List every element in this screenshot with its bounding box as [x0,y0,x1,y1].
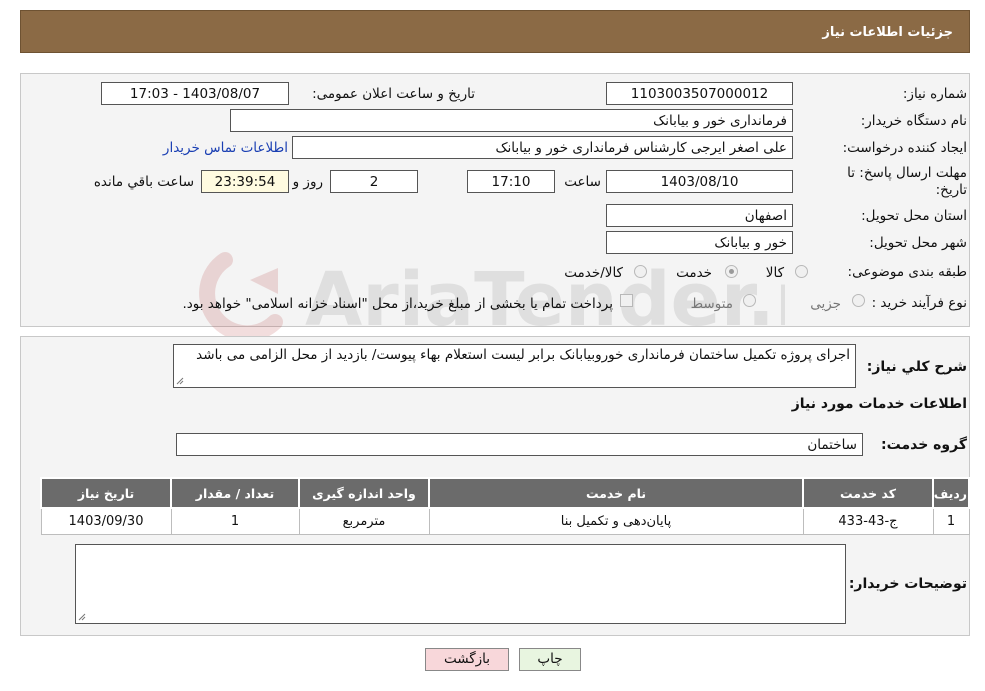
cell-row-number: 1 [932,507,970,535]
page-title: جزئیات اطلاعات نیاز [822,25,953,40]
cell-unit: مترمربع [298,507,430,535]
col-service-name: نام خدمت [428,477,804,509]
buyer-notes-label: توضیحات خریدار: [848,576,967,592]
treasury-payment-checkbox[interactable] [620,294,633,307]
category-goods-radio[interactable] [795,265,808,278]
service-group-label: گروه خدمت: [881,437,967,453]
col-service-code: کد خدمت [802,477,934,509]
services-table: رديف کد خدمت نام خدمت واحد اندازه گيری ت… [40,477,970,535]
deadline-time-label: ساعت [564,174,601,190]
watermark: AriaTender.neT [195,240,929,350]
treasury-payment-note: پرداخت تمام یا بخشی از مبلغ خرید،از محل … [182,296,613,312]
watermark-logo-icon: AriaTender.neT [199,252,929,343]
description-textarea[interactable]: اجرای پروژه تکمیل ساختمان فرمانداری خورو… [173,344,856,388]
creator-field: علی اصغر ایرجی کارشناس فرمانداری خور و ب… [292,136,793,159]
deadline-date-field: 1403/08/10 [606,170,793,193]
category-label: طبقه بندی موضوعی: [847,264,967,280]
deadline-label-date: تاریخ: [935,182,967,198]
description-text: اجرای پروژه تکمیل ساختمان فرمانداری خورو… [196,347,850,363]
buyer-org-label: نام دستگاه خریدار: [860,113,967,129]
category-service-label: خدمت [676,265,712,281]
buyer-org-field: فرمانداری خور و بیابانک [230,109,793,132]
need-number-label: شماره نیاز: [902,86,967,102]
col-quantity: تعداد / مقدار [170,477,300,509]
back-button[interactable]: بازگشت [425,648,509,671]
remaining-time-label: ساعت باقي مانده [93,174,194,190]
col-unit: واحد اندازه گيری [298,477,430,509]
creator-label: ایجاد کننده درخواست: [842,140,967,156]
col-need-date: تاريخ نياز [40,477,172,509]
process-medium-radio[interactable] [743,294,756,307]
category-goods-label: کالا [765,265,784,281]
province-label: استان محل تحویل: [861,208,967,224]
announce-date-label: تاریخ و ساعت اعلان عمومی: [312,86,475,102]
services-section-title: اطلاعات خدمات مورد نياز [791,396,967,412]
province-field: اصفهان [606,204,793,227]
announce-date-field: 1403/08/07 - 17:03 [101,82,289,105]
cell-need-date: 1403/09/30 [40,507,172,535]
city-field: خور و بیابانک [606,231,793,254]
process-medium-label: متوسط [690,296,733,312]
resize-grip-icon[interactable] [176,377,184,385]
cell-service-code: ج-43-433 [802,507,934,535]
category-goods-service-radio[interactable] [634,265,647,278]
buyer-notes-textarea[interactable] [75,544,846,624]
page-header: جزئیات اطلاعات نیاز [20,10,970,53]
category-goods-service-label: کالا/خدمت [564,265,623,281]
remaining-time-field: 23:39:54 [201,170,289,193]
process-small-label: جزیی [810,296,841,312]
category-service-radio[interactable] [725,265,738,278]
remaining-days-field: 2 [330,170,418,193]
deadline-time-field: 17:10 [467,170,555,193]
print-button[interactable]: چاپ [519,648,581,671]
deadline-label: مهلت ارسال پاسخ: تا [847,165,967,181]
description-label: شرح کلي نياز: [866,359,967,375]
days-label: روز و [292,174,323,190]
table-header-row: رديف کد خدمت نام خدمت واحد اندازه گيری ت… [40,477,970,509]
need-number-field: 1103003507000012 [606,82,793,105]
cell-service-name: پایان‌دهی و تکمیل بنا [428,507,804,535]
city-label: شهر محل تحویل: [869,235,967,251]
process-small-radio[interactable] [852,294,865,307]
table-row: 1 ج-43-433 پایان‌دهی و تکمیل بنا مترمربع… [40,507,970,535]
resize-grip-icon[interactable] [78,613,86,621]
service-group-field: ساختمان [176,433,863,456]
col-row-number: رديف [932,477,970,509]
cell-quantity: 1 [170,507,300,535]
process-type-label: نوع فرآیند خرید : [871,295,967,311]
buyer-contact-link[interactable]: اطلاعات تماس خریدار [163,140,288,156]
